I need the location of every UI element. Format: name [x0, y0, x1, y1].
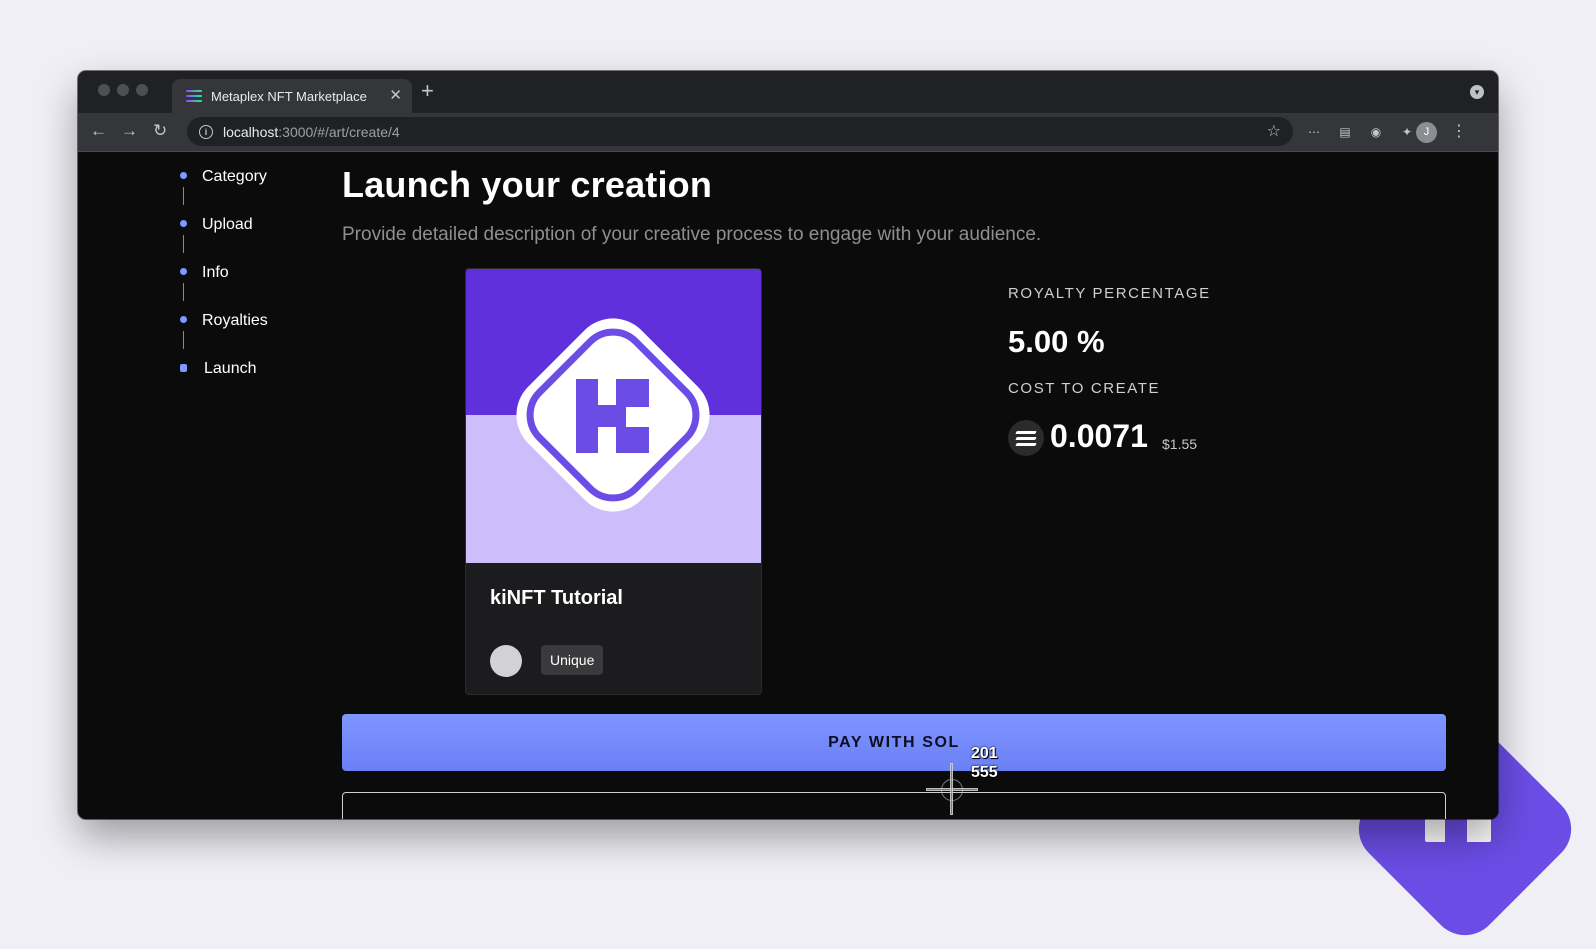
new-tab-icon[interactable]: +	[421, 80, 434, 102]
nft-name: kiNFT Tutorial	[490, 587, 623, 609]
step-connector	[183, 283, 184, 301]
browser-window: Metaplex NFT Marketplace ✕ + ▾ ← → ↻ i l…	[78, 71, 1498, 819]
step-connector	[183, 187, 184, 205]
step-dot-icon	[180, 172, 187, 179]
extension-dots-icon[interactable]: ⋯	[1305, 123, 1323, 141]
cost-label: COST TO CREATE	[1008, 380, 1161, 397]
extension-palette-icon[interactable]: ▤	[1336, 123, 1354, 141]
back-icon[interactable]: ←	[90, 121, 107, 141]
address-bar[interactable]: i localhost:3000/#/art/create/4 ☆	[187, 117, 1293, 146]
step-label: Category	[202, 168, 267, 185]
step-label: Royalties	[202, 312, 268, 329]
step-current-icon	[180, 364, 187, 372]
tab-title: Metaplex NFT Marketplace	[211, 88, 367, 104]
reload-icon[interactable]: ↻	[153, 121, 167, 141]
page-subtitle: Provide detailed description of your cre…	[342, 224, 1042, 245]
extension-ghost-icon[interactable]: ◉	[1367, 123, 1385, 141]
cost-sol-value: 0.0071	[1050, 418, 1148, 454]
cursor-y-readout: 555	[971, 764, 998, 781]
secondary-action-button[interactable]	[342, 792, 1446, 819]
edition-badge: Unique	[541, 645, 604, 675]
close-tab-icon[interactable]: ✕	[389, 86, 402, 104]
minimize-window-icon[interactable]	[117, 84, 129, 96]
creator-avatar[interactable]	[490, 645, 522, 677]
step-connector	[183, 235, 184, 253]
site-info-icon[interactable]: i	[199, 124, 213, 139]
step-dot-icon	[180, 268, 187, 275]
kin-logo-icon	[516, 318, 710, 512]
tab-search-icon[interactable]: ▾	[1470, 85, 1484, 99]
tab-bar: Metaplex NFT Marketplace ✕ + ▾	[78, 71, 1498, 113]
forward-icon[interactable]: →	[121, 121, 138, 141]
cost-usd-value: $1.55	[1162, 436, 1198, 452]
url-text: localhost:3000/#/art/create/4	[223, 123, 400, 140]
solana-favicon-icon	[186, 90, 202, 102]
maximize-window-icon[interactable]	[136, 84, 148, 96]
cursor-x-readout: 201	[971, 745, 998, 762]
royalty-value: 5.00 %	[1008, 324, 1105, 359]
step-dot-icon	[180, 316, 187, 323]
step-dot-icon	[180, 220, 187, 227]
solana-icon	[1008, 420, 1044, 456]
close-window-icon[interactable]	[98, 84, 110, 96]
step-label: Info	[202, 264, 229, 281]
browser-toolbar: ← → ↻ i localhost:3000/#/art/create/4 ☆ …	[78, 113, 1498, 152]
cursor-coordinates: 201 555	[971, 744, 998, 782]
step-label: Launch	[204, 360, 257, 377]
bookmark-star-icon[interactable]: ☆	[1267, 121, 1281, 141]
royalty-label: ROYALTY PERCENTAGE	[1008, 285, 1211, 302]
nft-artwork	[466, 269, 761, 563]
profile-avatar[interactable]: J	[1416, 122, 1437, 143]
browser-tab[interactable]: Metaplex NFT Marketplace ✕	[172, 79, 412, 113]
nft-preview-card[interactable]: kiNFT Tutorial Unique	[465, 268, 762, 695]
browser-menu-icon[interactable]: ⋮	[1451, 121, 1467, 141]
step-label: Upload	[202, 216, 253, 233]
extensions-puzzle-icon[interactable]: ✦	[1398, 123, 1416, 141]
pay-with-sol-button[interactable]: PAY WITH SOL	[342, 714, 1446, 771]
page-title: Launch your creation	[342, 164, 713, 205]
page-content: Category Upload Info Royalties Launch La…	[78, 152, 1498, 819]
step-connector	[183, 331, 184, 349]
